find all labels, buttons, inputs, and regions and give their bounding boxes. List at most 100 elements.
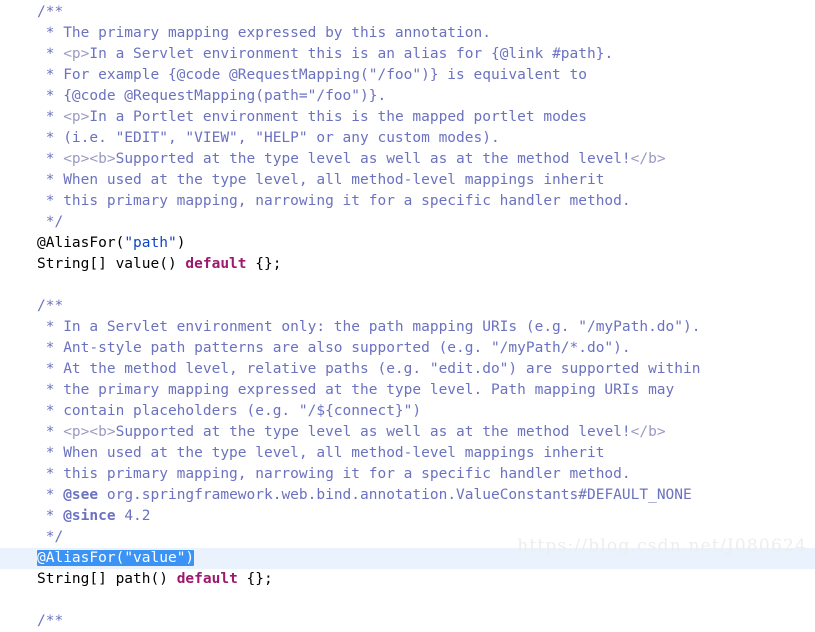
code-token: * In a Servlet environment only: the pat… — [37, 319, 701, 335]
code-token: Supported at the type level as well as a… — [115, 424, 631, 440]
code-line[interactable]: */ — [0, 212, 815, 233]
code-text: */ — [37, 214, 63, 230]
code-editor[interactable]: /** * The primary mapping expressed by t… — [0, 0, 815, 629]
code-token: /** — [37, 298, 64, 314]
code-line[interactable]: * When used at the type level, all metho… — [0, 443, 815, 464]
code-text: * contain placeholders (e.g. "/${connect… — [37, 403, 421, 419]
code-text: * @since 4.2 — [37, 508, 151, 524]
code-text: * <p>In a Servlet environment this is an… — [37, 46, 613, 62]
code-token: * At the method level, relative paths (e… — [37, 361, 701, 377]
code-text: /** — [37, 298, 63, 314]
code-token: {}; — [246, 256, 282, 272]
code-token: * — [37, 46, 64, 62]
code-token: * The primary mapping expressed by this … — [37, 25, 491, 41]
code-token: * When used at the type level, all metho… — [37, 445, 605, 461]
code-token: * — [37, 424, 64, 440]
watermark-text: https://blog.csdn.net/J080624 — [517, 536, 807, 556]
code-text: * The primary mapping expressed by this … — [37, 25, 491, 41]
code-text: String[] path() default {}; — [37, 571, 273, 587]
code-token: "value" — [124, 550, 186, 566]
code-token: org.springframework.web.bind.annotation.… — [98, 487, 692, 503]
code-token: @see — [63, 487, 99, 503]
code-token: * the primary mapping expressed at the t… — [37, 382, 675, 398]
code-line[interactable]: * <p><b>Supported at the type level as w… — [0, 422, 815, 443]
code-line[interactable]: * At the method level, relative paths (e… — [0, 359, 815, 380]
code-token: ) — [176, 235, 186, 251]
code-token: * — [37, 109, 64, 125]
code-line[interactable]: * this primary mapping, narrowing it for… — [0, 464, 815, 485]
code-token: <p> — [63, 46, 90, 62]
code-line[interactable]: * @since 4.2 — [0, 506, 815, 527]
code-token: /** — [37, 613, 64, 629]
code-text: * When used at the type level, all metho… — [37, 445, 605, 461]
code-line[interactable]: /** — [0, 2, 815, 23]
code-text: * In a Servlet environment only: the pat… — [37, 319, 701, 335]
code-token: "path" — [124, 235, 177, 251]
code-text: * the primary mapping expressed at the t… — [37, 382, 675, 398]
code-text — [37, 592, 46, 608]
code-line[interactable]: @AliasFor("path") — [0, 233, 815, 254]
code-token: String[] path() — [37, 571, 177, 587]
code-token: {}; — [237, 571, 273, 587]
code-text: * (i.e. "EDIT", "VIEW", "HELP" or any cu… — [37, 130, 500, 146]
code-text: * this primary mapping, narrowing it for… — [37, 193, 631, 209]
code-text: /** — [37, 613, 63, 629]
code-line[interactable]: * {@code @RequestMapping(path="/foo")}. — [0, 86, 815, 107]
code-text: * <p><b>Supported at the type level as w… — [37, 151, 666, 167]
code-line[interactable]: String[] value() default {}; — [0, 254, 815, 275]
code-token: </b> — [630, 424, 666, 440]
code-line[interactable]: * In a Servlet environment only: the pat… — [0, 317, 815, 338]
code-token: * this primary mapping, narrowing it for… — [37, 193, 631, 209]
code-token: </b> — [630, 151, 666, 167]
code-line[interactable]: * this primary mapping, narrowing it for… — [0, 191, 815, 212]
code-line[interactable]: * The primary mapping expressed by this … — [0, 23, 815, 44]
code-line[interactable]: * (i.e. "EDIT", "VIEW", "HELP" or any cu… — [0, 128, 815, 149]
code-token: ) — [185, 550, 195, 566]
code-token: * When used at the type level, all metho… — [37, 172, 605, 188]
selected-code-text: @AliasFor("value") — [37, 550, 195, 566]
code-line[interactable]: * the primary mapping expressed at the t… — [0, 380, 815, 401]
code-token: * (i.e. "EDIT", "VIEW", "HELP" or any cu… — [37, 130, 500, 146]
code-token: * — [37, 487, 64, 503]
code-text: @AliasFor("path") — [37, 235, 185, 251]
code-line[interactable]: * For example {@code @RequestMapping("/f… — [0, 65, 815, 86]
code-token: String[] value() — [37, 256, 186, 272]
code-token: */ — [37, 529, 64, 545]
code-line[interactable]: * <p>In a Portlet environment this is th… — [0, 107, 815, 128]
code-token: In a Servlet environment this is an alia… — [89, 46, 614, 62]
code-token: * this primary mapping, narrowing it for… — [37, 466, 631, 482]
code-token: 4.2 — [115, 508, 151, 524]
code-line[interactable]: * When used at the type level, all metho… — [0, 170, 815, 191]
code-token: <p> — [63, 109, 90, 125]
code-token: * contain placeholders (e.g. "/${connect… — [37, 403, 422, 419]
code-token: * — [37, 508, 64, 524]
code-token: * Ant-style path patterns are also suppo… — [37, 340, 631, 356]
code-line[interactable]: /** — [0, 611, 815, 632]
code-token: /** — [37, 4, 64, 20]
code-text: * <p>In a Portlet environment this is th… — [37, 109, 587, 125]
code-line[interactable]: /** — [0, 296, 815, 317]
code-token: * {@code @RequestMapping(path="/foo")}. — [37, 88, 387, 104]
code-text: * For example {@code @RequestMapping("/f… — [37, 67, 587, 83]
code-line[interactable]: * contain placeholders (e.g. "/${connect… — [0, 401, 815, 422]
code-line[interactable]: * <p><b>Supported at the type level as w… — [0, 149, 815, 170]
code-text: * Ant-style path patterns are also suppo… — [37, 340, 631, 356]
code-text: * {@code @RequestMapping(path="/foo")}. — [37, 88, 386, 104]
code-text: String[] value() default {}; — [37, 256, 281, 272]
code-line[interactable]: * <p>In a Servlet environment this is an… — [0, 44, 815, 65]
code-text: * When used at the type level, all metho… — [37, 172, 605, 188]
code-line[interactable]: * @see org.springframework.web.bind.anno… — [0, 485, 815, 506]
code-line[interactable] — [0, 590, 815, 611]
code-token: * — [37, 151, 64, 167]
code-token: default — [185, 256, 247, 272]
code-token: * For example {@code @RequestMapping("/f… — [37, 67, 587, 83]
code-line[interactable]: String[] path() default {}; — [0, 569, 815, 590]
code-token: <p><b> — [63, 151, 116, 167]
code-token: Supported at the type level as well as a… — [115, 151, 631, 167]
code-line[interactable] — [0, 275, 815, 296]
code-token: In a Portlet environment this is the map… — [89, 109, 588, 125]
code-line[interactable]: * Ant-style path patterns are also suppo… — [0, 338, 815, 359]
code-text: * @see org.springframework.web.bind.anno… — [37, 487, 692, 503]
